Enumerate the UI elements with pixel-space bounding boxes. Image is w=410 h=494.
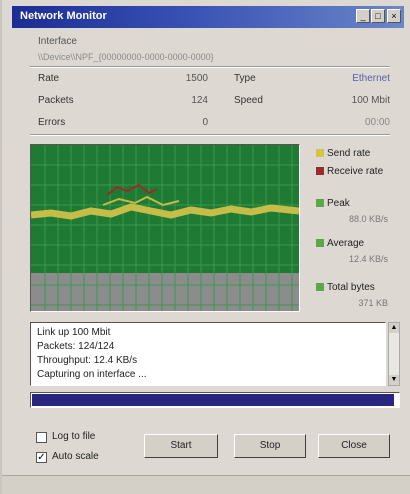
total-value: 371 KB xyxy=(358,298,388,308)
traffic-graph xyxy=(30,144,300,312)
log-scrollbar[interactable]: ▲ ▼ xyxy=(388,322,400,386)
errors-value: 0 xyxy=(202,117,208,128)
packets-label: Packets xyxy=(38,95,74,106)
legend-item: Receive rate xyxy=(316,166,383,177)
progress-fill xyxy=(32,394,394,406)
log-line: Packets: 124/124 xyxy=(37,341,115,352)
legend-label: Peak xyxy=(327,198,350,209)
interface-path: \\Device\\NPF_{00000000-0000-0000-0000} xyxy=(38,52,214,62)
legend-item: Send rate xyxy=(316,148,370,159)
scroll-up-icon[interactable]: ▲ xyxy=(389,323,399,333)
log-line: Link up 100 Mbit xyxy=(37,327,111,338)
legend-swatch xyxy=(316,199,324,208)
progress-bar xyxy=(30,392,400,408)
rate-label: Rate xyxy=(38,73,60,84)
title-bar[interactable]: Network Monitor _ □ × xyxy=(12,6,404,28)
legend-swatch xyxy=(316,239,324,248)
legend-item: Peak xyxy=(316,198,350,209)
legend-label: Total bytes xyxy=(327,282,375,293)
legend-label: Send rate xyxy=(327,148,371,159)
stop-button[interactable]: Stop xyxy=(234,434,306,458)
errors-label: Errors xyxy=(38,117,66,128)
interface-label: Interface xyxy=(38,36,77,47)
speed-value: 100 Mbit xyxy=(351,95,390,106)
average-value: 12.4 KB/s xyxy=(348,254,388,264)
type-label: Type xyxy=(234,73,256,84)
log-line: Capturing on interface ... xyxy=(37,369,147,380)
window-title: Network Monitor xyxy=(20,10,107,22)
scroll-down-icon[interactable]: ▼ xyxy=(389,375,399,385)
auto-scale-label: Auto scale xyxy=(52,451,99,462)
log-textbox[interactable]: Link up 100 Mbit Packets: 124/124 Throug… xyxy=(30,322,386,386)
log-to-file-label: Log to file xyxy=(52,431,96,442)
monitor-window: Network Monitor _ □ × Interface \\Device… xyxy=(0,0,410,494)
auto-scale-checkbox[interactable]: ✓ xyxy=(36,452,47,463)
legend-swatch xyxy=(316,283,324,292)
minimize-button[interactable]: _ xyxy=(356,9,370,23)
legend-item: Average xyxy=(316,238,364,249)
separator xyxy=(30,66,390,68)
status-bar xyxy=(2,475,410,494)
speed-label: Speed xyxy=(234,95,263,106)
log-line: Throughput: 12.4 KB/s xyxy=(37,355,138,366)
log-to-file-checkbox[interactable] xyxy=(36,432,47,443)
maximize-button[interactable]: □ xyxy=(371,9,385,23)
legend-item: Total bytes xyxy=(316,282,375,293)
elapsed-value: 00:00 xyxy=(364,117,390,128)
close-button[interactable]: Close xyxy=(318,434,390,458)
legend-label: Average xyxy=(327,238,365,249)
legend-swatch xyxy=(316,167,324,176)
separator xyxy=(30,134,390,136)
traffic-graph-svg xyxy=(31,145,299,311)
type-value: Ethernet xyxy=(352,73,390,84)
rate-value: 1500 xyxy=(185,73,208,84)
legend-label: Receive rate xyxy=(327,166,384,177)
close-window-button[interactable]: × xyxy=(387,9,401,23)
peak-value: 88.0 KB/s xyxy=(348,214,388,224)
send-rate-peak-line xyxy=(102,195,180,207)
packets-value: 124 xyxy=(191,95,208,106)
legend-swatch xyxy=(316,149,324,158)
start-button[interactable]: Start xyxy=(144,434,218,458)
